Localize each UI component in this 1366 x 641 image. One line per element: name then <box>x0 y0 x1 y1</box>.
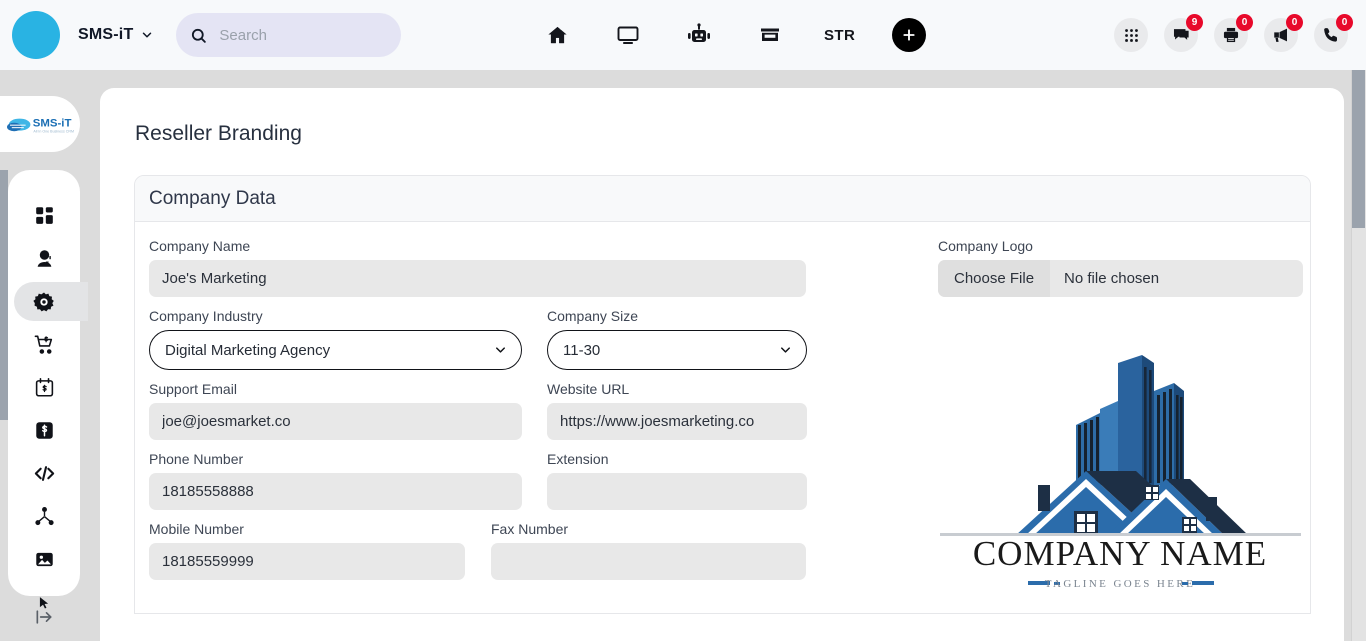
top-bar: SMS-iT STR 9 <box>0 0 1366 70</box>
search-input[interactable] <box>219 26 380 44</box>
sidebar-rail <box>0 170 8 420</box>
company-size-label: Company Size <box>547 308 639 324</box>
str-label[interactable]: STR <box>824 27 855 44</box>
mobile-number-input[interactable] <box>149 543 465 580</box>
choose-file-button[interactable]: Choose File <box>938 260 1051 297</box>
row-mobile-fax: Mobile Number Fax Number <box>149 521 934 580</box>
company-data-card-header: Company Data <box>135 176 1310 222</box>
company-industry-select[interactable]: Digital Marketing Agency <box>149 330 522 370</box>
code-icon <box>33 462 56 485</box>
company-logo-preview: COMPANY NAME TAGLINE GOES HERE <box>938 313 1303 613</box>
sidebar-item-developer[interactable] <box>8 452 80 495</box>
center-nav: STR <box>540 0 927 70</box>
sidebar-item-ecommerce[interactable] <box>8 323 80 366</box>
support-email-label: Support Email <box>149 381 237 397</box>
fax-number-input[interactable] <box>491 543 806 580</box>
sidebar-item-contacts[interactable] <box>8 237 80 280</box>
phone-number-label: Phone Number <box>149 451 244 467</box>
sidebar-item-dashboard[interactable] <box>8 194 80 237</box>
page-scrollbar-thumb[interactable] <box>1352 70 1365 228</box>
form-right-column: Company Logo Choose File No file chosen <box>934 238 1312 613</box>
company-data-card: Company Data Company Name Company Indust… <box>134 175 1311 614</box>
company-logo-label: Company Logo <box>938 238 1033 254</box>
field-support-email: Support Email <box>149 381 522 440</box>
sidebar-logo[interactable]: SMS-iT All In One Business CRM <box>0 96 80 152</box>
website-url-input[interactable] <box>547 403 807 440</box>
apps-grid-icon[interactable] <box>1114 18 1148 52</box>
chevron-down-icon[interactable] <box>140 28 154 42</box>
field-company-name: Company Name <box>149 238 806 297</box>
gear-icon <box>33 291 55 313</box>
megaphone-badge: 0 <box>1286 14 1303 31</box>
expand-arrow-icon <box>34 607 54 632</box>
logo-tagline: TAGLINE GOES HERE <box>1045 578 1196 590</box>
field-phone-number: Phone Number <box>149 451 522 510</box>
website-url-label: Website URL <box>547 381 630 397</box>
field-company-size: Company Size 11-30 <box>547 308 807 370</box>
field-company-industry: Company Industry Digital Marketing Agenc… <box>149 308 522 370</box>
chosen-file-name: No file chosen <box>1064 270 1160 287</box>
sidebar-item-settings[interactable] <box>8 280 88 323</box>
printer-icon[interactable]: 0 <box>1214 14 1253 52</box>
search-box[interactable] <box>176 13 402 57</box>
calendar-dollar-icon <box>34 377 55 398</box>
main-content-panel: Reseller Branding Company Data Company N… <box>100 88 1344 641</box>
card-title: Company Data <box>149 187 276 209</box>
field-mobile-number: Mobile Number <box>149 521 465 580</box>
company-logo-image: COMPANY NAME TAGLINE GOES HERE <box>938 313 1303 613</box>
robot-icon[interactable] <box>682 18 716 52</box>
image-icon <box>34 549 55 570</box>
field-extension: Extension <box>547 451 807 510</box>
extension-label: Extension <box>547 451 609 467</box>
row-email-url: Support Email Website URL <box>149 381 934 440</box>
store-icon[interactable] <box>753 18 787 52</box>
company-name-input[interactable] <box>149 260 806 297</box>
svg-text:All In One Business CRM: All In One Business CRM <box>33 129 74 133</box>
monitor-icon[interactable] <box>611 18 645 52</box>
search-icon <box>190 27 207 44</box>
extension-input[interactable] <box>547 473 807 510</box>
brand-logo-avatar[interactable] <box>12 11 60 59</box>
printer-badge: 0 <box>1236 14 1253 31</box>
sms-it-logo-icon: SMS-iT All In One Business CRM <box>7 117 74 133</box>
row-phone-extension: Phone Number Extension <box>149 451 934 510</box>
plus-icon[interactable] <box>892 18 927 52</box>
cursor-icon <box>37 596 51 610</box>
row-company-name: Company Name <box>149 238 934 297</box>
dashboard-grid-icon <box>34 205 55 226</box>
fax-number-label: Fax Number <box>491 521 569 537</box>
svg-text:SMS-iT: SMS-iT <box>33 117 72 129</box>
company-name-label: Company Name <box>149 238 251 254</box>
sidebar-item-billing[interactable] <box>8 366 80 409</box>
sidebar-item-integrations[interactable] <box>8 495 80 538</box>
page-title: Reseller Branding <box>135 122 302 145</box>
network-nodes-icon <box>34 506 55 527</box>
support-email-input[interactable] <box>149 403 522 440</box>
megaphone-icon[interactable]: 0 <box>1264 14 1303 52</box>
dollar-box-icon <box>34 420 55 441</box>
phone-icon[interactable]: 0 <box>1314 14 1353 52</box>
sidebar-nav <box>8 170 88 608</box>
chat-badge: 9 <box>1186 14 1203 31</box>
home-icon[interactable] <box>540 18 574 52</box>
chat-icon[interactable]: 9 <box>1164 14 1203 52</box>
field-website-url: Website URL <box>547 381 807 440</box>
phone-badge: 0 <box>1336 14 1353 31</box>
field-fax-number: Fax Number <box>491 521 806 580</box>
right-nav: 9 0 0 0 <box>1114 0 1353 70</box>
company-industry-label: Company Industry <box>149 308 263 324</box>
contact-agent-icon <box>34 248 55 269</box>
logo-company-name: COMPANY NAME <box>973 534 1267 573</box>
phone-number-input[interactable] <box>149 473 522 510</box>
cart-dollar-icon <box>34 334 55 355</box>
row-industry-size: Company Industry Digital Marketing Agenc… <box>149 308 934 370</box>
company-size-select[interactable]: 11-30 <box>547 330 807 370</box>
company-data-card-body: Company Name Company Industry Digital Ma… <box>135 222 1310 613</box>
company-logo-file-input[interactable]: Choose File No file chosen <box>938 260 1303 297</box>
mobile-number-label: Mobile Number <box>149 521 244 537</box>
brand-name[interactable]: SMS-iT <box>78 26 133 44</box>
form-left-column: Company Name Company Industry Digital Ma… <box>149 238 934 613</box>
sidebar-item-media[interactable] <box>8 538 80 581</box>
sidebar-item-payments[interactable] <box>8 409 80 452</box>
